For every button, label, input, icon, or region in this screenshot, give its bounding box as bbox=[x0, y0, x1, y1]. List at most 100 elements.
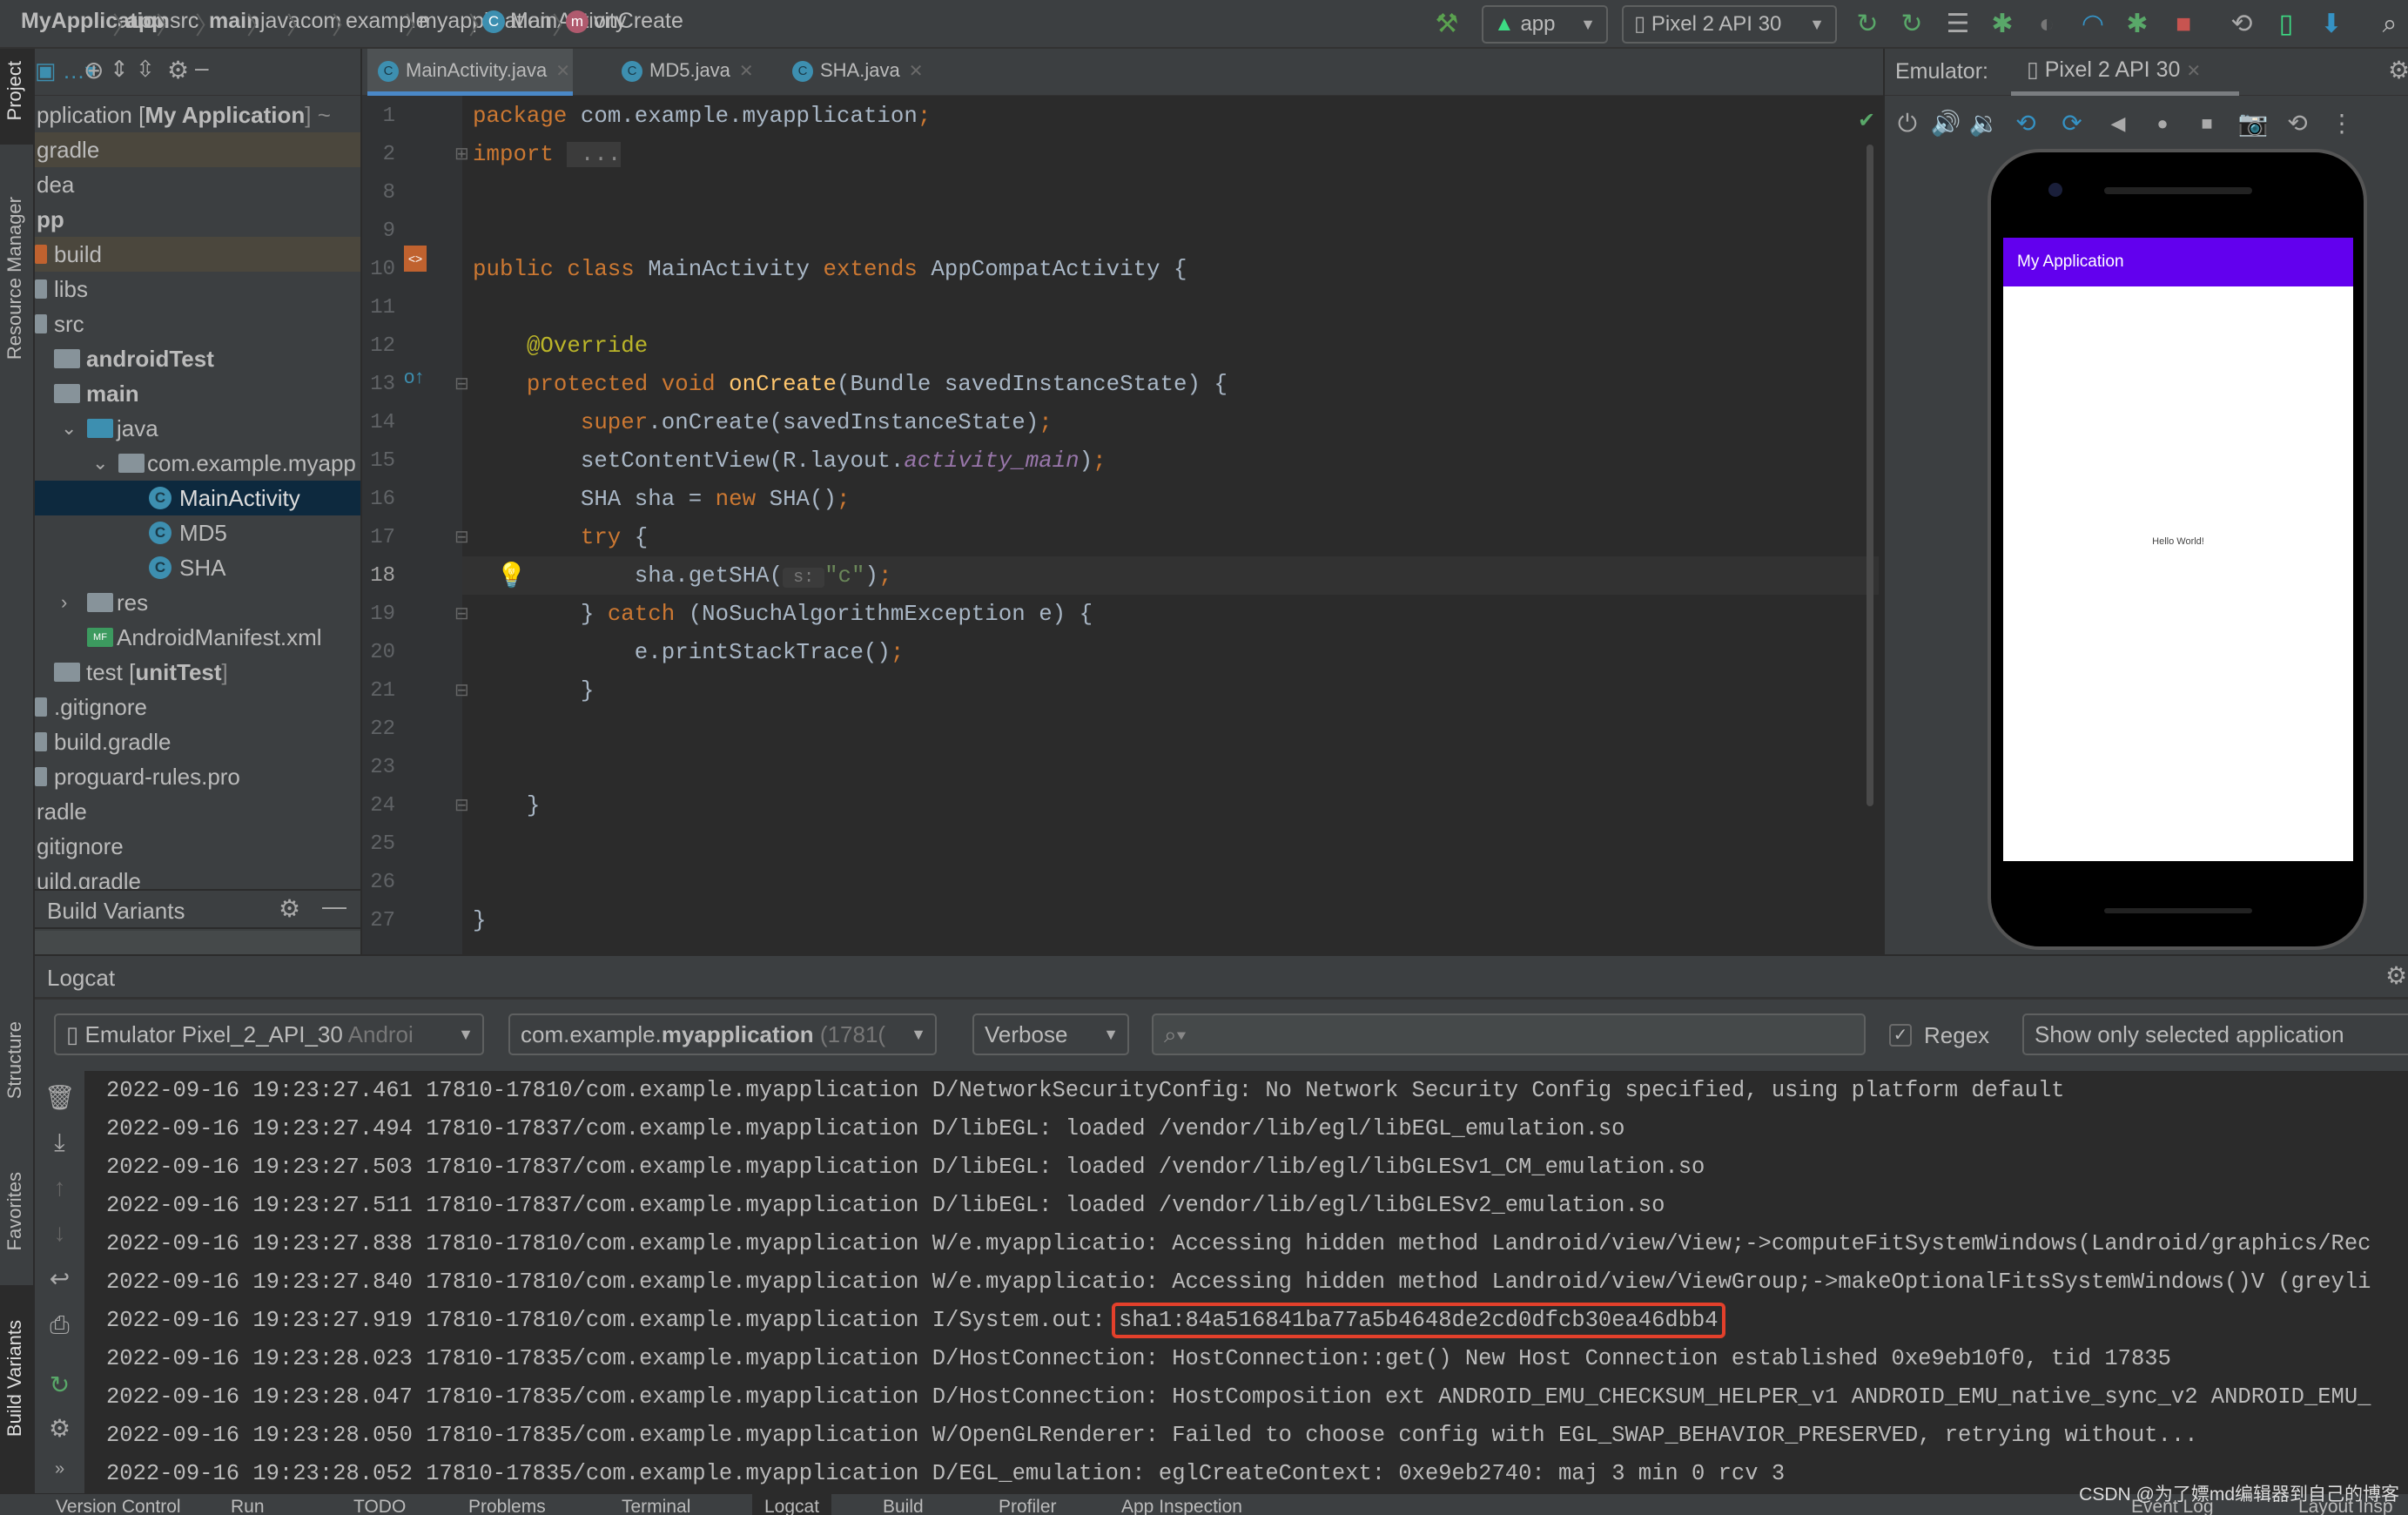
lightbulb-icon[interactable]: 💡 bbox=[496, 556, 527, 595]
minimize-icon[interactable]: — bbox=[322, 892, 346, 920]
editor-tab[interactable]: C MD5.java ✕ bbox=[611, 49, 755, 96]
log-line[interactable]: 2022-09-16 19:23:27.503 17810-17837/com.… bbox=[106, 1148, 1705, 1187]
fold-marker-icon[interactable]: ⊟ bbox=[454, 603, 469, 624]
log-line[interactable]: 2022-09-16 19:23:28.047 17810-17835/com.… bbox=[106, 1378, 2371, 1417]
fold-marker-icon[interactable]: ⊟ bbox=[454, 373, 469, 394]
fold-marker-icon[interactable]: ⊟ bbox=[454, 526, 469, 548]
tool-tab-favorites[interactable]: Favorites bbox=[3, 1172, 26, 1250]
profile-icon[interactable]: ◐ bbox=[2029, 9, 2064, 40]
tool-window-tab[interactable]: TODO bbox=[353, 1494, 406, 1515]
tool-window-tab[interactable]: Build bbox=[883, 1494, 924, 1515]
log-line[interactable]: 2022-09-16 19:23:27.494 17810-17837/com.… bbox=[106, 1110, 1625, 1148]
more-icon[interactable]: » bbox=[35, 1459, 84, 1479]
gear-icon[interactable]: ⚙ bbox=[279, 894, 300, 923]
soft-wrap-icon[interactable]: ↩ bbox=[35, 1264, 84, 1293]
close-icon[interactable]: ✕ bbox=[909, 62, 924, 81]
tool-window-tab[interactable]: Run bbox=[231, 1494, 265, 1515]
gear-icon[interactable]: ⚙ bbox=[2385, 961, 2407, 990]
fold-marker-icon[interactable]: ⊟ bbox=[454, 679, 469, 701]
regex-checkbox[interactable]: ✓ bbox=[1889, 1024, 1912, 1047]
log-line[interactable]: 2022-09-16 19:23:28.050 17810-17835/com.… bbox=[106, 1417, 2198, 1455]
editor-tab[interactable]: C SHA.java ✕ bbox=[782, 49, 923, 96]
tree-item[interactable]: › res bbox=[35, 585, 360, 620]
tree-item[interactable]: .gitignore bbox=[35, 690, 360, 724]
tree-item[interactable]: pplication [My Application] ~ bbox=[35, 98, 360, 132]
tree-item[interactable]: ⌄ com.example.myapp bbox=[35, 446, 360, 481]
tool-window-tab[interactable]: Version Control bbox=[56, 1494, 181, 1515]
tree-item[interactable]: gradle bbox=[35, 132, 360, 167]
breadcrumb-item[interactable]: m onCreate bbox=[566, 9, 683, 34]
log-line[interactable]: 2022-09-16 19:23:27.919 17810-17810/com.… bbox=[106, 1302, 1725, 1340]
tree-item[interactable]: main bbox=[35, 376, 360, 411]
gear-icon[interactable]: ⚙ bbox=[2388, 56, 2408, 84]
print-icon[interactable]: ⎙ bbox=[35, 1311, 84, 1340]
log-line[interactable]: 2022-09-16 19:23:28.052 17810-17835/com.… bbox=[106, 1455, 1785, 1493]
chevron-down-icon[interactable]: ⌄ bbox=[61, 411, 77, 446]
chevron-down-icon[interactable]: ⌄ bbox=[92, 446, 108, 481]
close-icon[interactable]: ✕ bbox=[739, 62, 754, 81]
log-line[interactable]: 2022-09-16 19:23:27.838 17810-17810/com.… bbox=[106, 1225, 2371, 1263]
tree-item[interactable]: libs bbox=[35, 272, 360, 306]
process-filter-dropdown[interactable]: com.example.myapplication (1781( ▼ bbox=[508, 1013, 937, 1055]
tree-item[interactable]: gitignore bbox=[35, 829, 360, 864]
close-icon[interactable]: ✕ bbox=[555, 62, 570, 81]
editor-scrollbar[interactable] bbox=[1867, 145, 1873, 806]
collapse-all-icon[interactable]: ⇳ bbox=[136, 56, 155, 83]
editor-tab[interactable]: C MainActivity.java ✕ bbox=[367, 49, 573, 96]
tool-window-tab[interactable]: Terminal bbox=[622, 1494, 690, 1515]
tree-item[interactable]: proguard-rules.pro bbox=[35, 759, 360, 794]
code-editor[interactable]: C MainActivity.java ✕ C MD5.java ✕ C SHA.java ✕ … bbox=[360, 49, 1883, 954]
overview-icon[interactable]: ■ bbox=[2189, 106, 2224, 141]
debug-icon[interactable]: ✱ bbox=[1985, 9, 2020, 40]
tree-item[interactable]: src bbox=[35, 306, 360, 341]
chevron-right-icon[interactable]: › bbox=[61, 585, 67, 620]
rotate-left-icon[interactable]: ⟲ bbox=[2008, 106, 2043, 141]
attach-debugger-icon[interactable]: ✱ bbox=[2120, 9, 2155, 40]
device-dropdown[interactable]: ▯ Pixel 2 API 30 ▼ bbox=[1622, 5, 1837, 44]
volume-down-icon[interactable]: 🔉 bbox=[1967, 106, 2001, 141]
locate-icon[interactable]: ⊕ bbox=[84, 56, 104, 84]
tree-item[interactable]: C SHA bbox=[35, 550, 360, 585]
tree-item[interactable]: test [unitTest] bbox=[35, 655, 360, 690]
log-search-input[interactable]: ⌕▾ bbox=[1152, 1013, 1866, 1055]
arrow-down-icon[interactable]: ↓ bbox=[35, 1219, 84, 1247]
scope-filter-dropdown[interactable]: Show only selected application bbox=[2022, 1013, 2408, 1055]
restart-icon[interactable]: ↻ bbox=[35, 1370, 84, 1399]
run-config-dropdown[interactable]: ▲ app ▼ bbox=[1482, 5, 1608, 44]
tree-item[interactable]: pp bbox=[35, 202, 360, 237]
arrow-up-icon[interactable]: ↑ bbox=[35, 1174, 84, 1202]
expand-all-icon[interactable]: ⇕ bbox=[110, 56, 129, 83]
device-screen[interactable]: My Application Hello World! bbox=[2003, 238, 2353, 861]
tool-tab-build-variants[interactable]: Build Variants bbox=[3, 1320, 26, 1437]
tree-item[interactable]: androidTest bbox=[35, 341, 360, 376]
profiler-gauge-icon[interactable]: ◠ bbox=[2075, 9, 2110, 40]
log-line[interactable]: 2022-09-16 19:23:27.840 17810-17810/com.… bbox=[106, 1263, 2371, 1302]
tree-item[interactable]: C MainActivity bbox=[35, 481, 360, 515]
log-line[interactable]: 2022-09-16 19:23:28.023 17810-17835/com.… bbox=[106, 1340, 2171, 1378]
log-level-dropdown[interactable]: Verbose ▼ bbox=[972, 1013, 1129, 1055]
tree-item[interactable]: build.gradle bbox=[35, 724, 360, 759]
trash-icon[interactable]: 🗑 bbox=[35, 1083, 84, 1112]
tree-item[interactable]: MF AndroidManifest.xml bbox=[35, 620, 360, 655]
build-hammer-icon[interactable]: ⚒ bbox=[1429, 9, 1464, 40]
sdk-manager-icon[interactable]: ⬇ bbox=[2314, 9, 2349, 40]
tree-item[interactable]: ⌄ java bbox=[35, 411, 360, 446]
search-icon[interactable]: ⌕ bbox=[2372, 9, 2407, 40]
tool-window-tab[interactable]: Logcat bbox=[752, 1494, 832, 1515]
scroll-to-end-icon[interactable]: ⤓ bbox=[35, 1128, 84, 1157]
tool-window-tab[interactable]: Problems bbox=[468, 1494, 546, 1515]
logcat-output[interactable]: 2022-09-16 19:23:27.461 17810-17810/com.… bbox=[84, 1071, 2408, 1493]
gear-icon[interactable]: ⚙ bbox=[35, 1414, 84, 1443]
tool-tab-project[interactable]: Project bbox=[3, 61, 26, 120]
override-method-icon[interactable]: o↑ bbox=[404, 366, 424, 388]
home-icon[interactable]: ● bbox=[2145, 106, 2180, 141]
tool-window-tab[interactable]: Profiler bbox=[999, 1494, 1057, 1515]
gear-icon[interactable]: ⚙ bbox=[167, 56, 189, 84]
stop-icon[interactable]: ■ bbox=[2166, 9, 2201, 40]
tool-window-tab[interactable]: App Inspection bbox=[1121, 1494, 1242, 1515]
layout-file-icon[interactable]: <> bbox=[404, 246, 427, 272]
tree-item[interactable]: radle bbox=[35, 794, 360, 829]
inspection-ok-icon[interactable]: ✔ bbox=[1858, 108, 1875, 133]
power-icon[interactable]: ⏻ bbox=[1890, 106, 1925, 141]
rotate-right-icon[interactable]: ⟳ bbox=[2055, 106, 2089, 141]
